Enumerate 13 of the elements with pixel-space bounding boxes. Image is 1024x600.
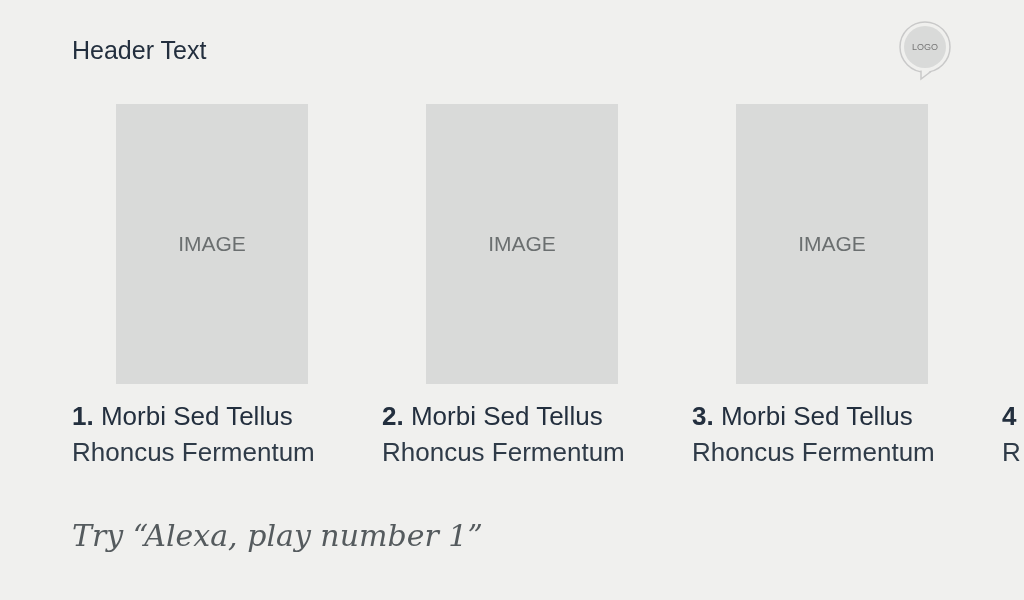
item-subtitle: Rhoncus Fermentum: [72, 436, 315, 469]
header-title: Header Text: [72, 36, 207, 65]
image-placeholder[interactable]: IMAGE: [116, 104, 308, 384]
image-placeholder[interactable]: IMAGE: [426, 104, 618, 384]
item-title: 2. Morbi Sed Tellus: [382, 400, 603, 433]
hint-text: Try “Alexa, play number 1”: [72, 518, 483, 553]
item-subtitle: R: [1002, 436, 1021, 469]
item-title: 3. Morbi Sed Tellus: [692, 400, 913, 433]
item-subtitle: Rhoncus Fermentum: [692, 436, 935, 469]
item-title: 1. Morbi Sed Tellus: [72, 400, 293, 433]
image-placeholder[interactable]: IMAGE: [736, 104, 928, 384]
item-title: 4: [1002, 400, 1017, 433]
item-subtitle: Rhoncus Fermentum: [382, 436, 625, 469]
